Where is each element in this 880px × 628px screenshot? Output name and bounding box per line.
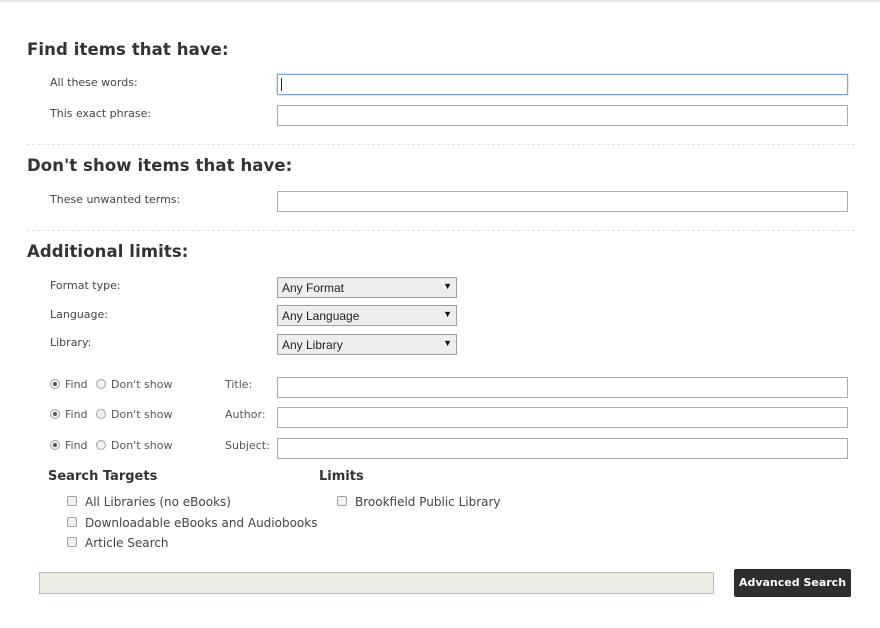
title-find-label: Find — [65, 378, 88, 391]
subject-input[interactable] — [277, 438, 848, 459]
brookfield-library-checkbox[interactable] — [337, 496, 347, 506]
dropdown-arrow-icon: ▼ — [443, 281, 452, 291]
subject-find-radio[interactable] — [50, 440, 60, 450]
ebooks-audiobooks-checkbox[interactable] — [67, 517, 77, 527]
section-divider — [27, 230, 855, 231]
library-value: Any Library — [282, 338, 343, 352]
library-label: Library: — [50, 336, 92, 349]
all-words-label: All these words: — [50, 76, 138, 89]
title-label: Title: — [225, 378, 253, 391]
title-find-radio[interactable] — [50, 379, 60, 389]
text-caret — [281, 78, 282, 91]
title-dont-show-radio[interactable] — [96, 379, 106, 389]
unwanted-terms-input[interactable] — [277, 191, 848, 212]
all-libraries-label: All Libraries (no eBooks) — [85, 495, 231, 509]
exact-phrase-input[interactable] — [277, 105, 848, 126]
author-find-label: Find — [65, 408, 88, 421]
subject-dont-show-radio[interactable] — [96, 440, 106, 450]
section-divider — [27, 144, 855, 145]
top-border — [0, 0, 880, 2]
advanced-search-button[interactable]: Advanced Search — [734, 569, 851, 597]
author-input[interactable] — [277, 407, 848, 428]
subject-dont-show-label: Don't show — [111, 439, 173, 452]
search-targets-heading: Search Targets — [48, 469, 158, 484]
additional-limits-heading: Additional limits: — [27, 242, 189, 261]
status-bar — [39, 572, 714, 594]
article-search-label: Article Search — [85, 536, 169, 550]
language-select[interactable]: Any Language ▼ — [277, 305, 457, 326]
dropdown-arrow-icon: ▼ — [443, 309, 452, 319]
format-type-select[interactable]: Any Format ▼ — [277, 277, 457, 298]
dont-show-heading: Don't show items that have: — [27, 156, 293, 175]
author-dont-show-label: Don't show — [111, 408, 173, 421]
subject-label: Subject: — [225, 439, 270, 452]
language-label: Language: — [50, 308, 108, 321]
format-type-value: Any Format — [282, 281, 345, 295]
language-value: Any Language — [282, 309, 360, 323]
title-input[interactable] — [277, 377, 848, 398]
find-section-heading: Find items that have: — [27, 40, 229, 59]
limits-heading: Limits — [319, 469, 364, 484]
brookfield-library-label: Brookfield Public Library — [355, 495, 501, 509]
unwanted-terms-label: These unwanted terms: — [50, 193, 181, 206]
library-select[interactable]: Any Library ▼ — [277, 334, 457, 355]
author-find-radio[interactable] — [50, 409, 60, 419]
all-libraries-checkbox[interactable] — [67, 496, 77, 506]
format-type-label: Format type: — [50, 279, 121, 292]
title-dont-show-label: Don't show — [111, 378, 173, 391]
ebooks-audiobooks-label: Downloadable eBooks and Audiobooks — [85, 516, 318, 530]
exact-phrase-label: This exact phrase: — [50, 107, 152, 120]
all-words-input[interactable] — [277, 74, 848, 95]
dropdown-arrow-icon: ▼ — [443, 338, 452, 348]
article-search-checkbox[interactable] — [67, 537, 77, 547]
author-label: Author: — [225, 408, 266, 421]
subject-find-label: Find — [65, 439, 88, 452]
author-dont-show-radio[interactable] — [96, 409, 106, 419]
